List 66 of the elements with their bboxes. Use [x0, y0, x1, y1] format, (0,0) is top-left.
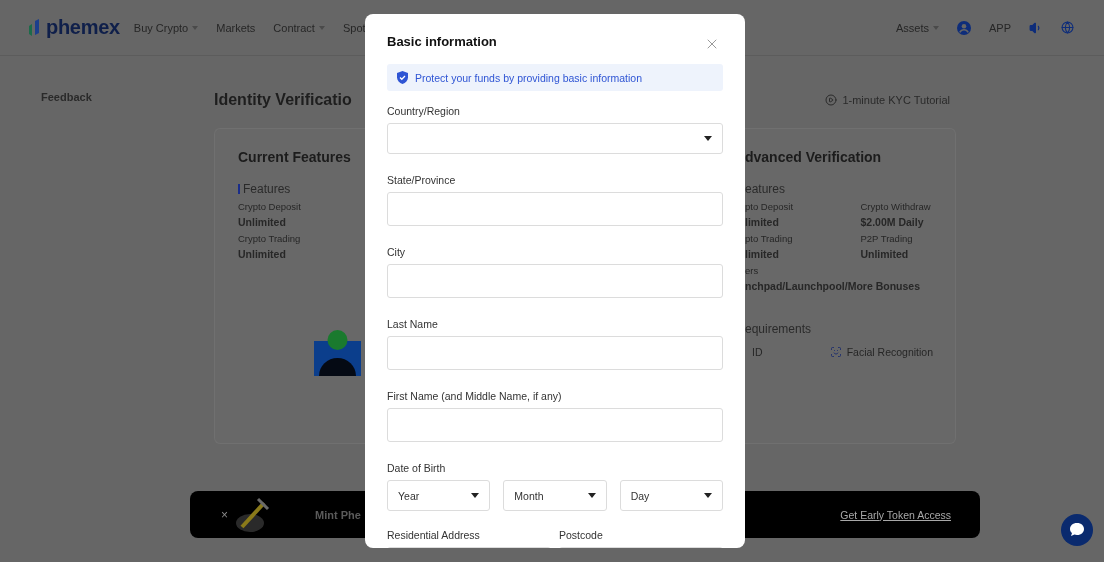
dialog-title: Basic information	[387, 34, 497, 49]
feature-label: pto Trading	[745, 233, 794, 245]
nav-link[interactable]: Contract	[273, 21, 325, 34]
feature-value: Unlimited	[238, 248, 287, 260]
chat-bubble-icon	[1068, 521, 1086, 539]
field-label: Residential Address	[387, 529, 481, 541]
globe-icon[interactable]	[1061, 21, 1074, 34]
feature-value: Unlimited	[238, 216, 287, 228]
feature-value: limited	[745, 216, 780, 228]
caret-icon	[471, 493, 480, 498]
nav-link[interactable]: Spot	[342, 21, 366, 34]
field-label: City	[387, 246, 407, 258]
feature-value: $2.00M Daily	[860, 216, 925, 228]
field-label: Date of Birth	[387, 462, 447, 474]
requirement-label: Facial Recognition	[846, 346, 933, 358]
user-icon[interactable]	[957, 20, 971, 35]
section-title: Features	[243, 182, 291, 196]
feature-label: Crypto Deposit	[238, 201, 302, 213]
close-button[interactable]: ×	[221, 507, 228, 522]
field-label: Last Name	[387, 318, 439, 330]
date-select[interactable]: Day	[619, 480, 723, 511]
feature-value: Unlimited	[860, 248, 910, 260]
accent-bar	[238, 184, 240, 194]
input-field[interactable]	[387, 408, 723, 442]
field-label: Postcode	[559, 529, 604, 541]
shield-check-icon	[397, 71, 408, 84]
app-link[interactable]: APP	[989, 21, 1011, 34]
feature-value: limited	[745, 248, 780, 260]
tutorial-link[interactable]: 1-minute KYC Tutorial	[825, 94, 950, 106]
early-access-link[interactable]: Get Early Token Access	[840, 508, 951, 521]
feature-label: Crypto Trading	[238, 233, 302, 245]
section-title: eatures	[745, 182, 786, 196]
input-field[interactable]	[387, 336, 723, 370]
country-select[interactable]	[387, 123, 723, 154]
nav-link[interactable]: Markets	[216, 21, 256, 34]
face-scan-icon	[829, 346, 842, 358]
section-title: equirements	[745, 322, 812, 336]
nav-link[interactable]: Buy Crypto	[133, 21, 199, 34]
feature-value: nchpad/Launchpool/More Bonuses	[745, 280, 921, 292]
field-label: Country/Region	[387, 105, 461, 117]
card-title: dvanced Verification	[745, 149, 883, 165]
banner-title: Mint Phe	[315, 508, 361, 521]
avatar-illustration	[314, 330, 361, 376]
sidebar-item[interactable]: Feedback	[41, 91, 92, 103]
requirement-label: ID	[752, 346, 763, 358]
card-title: Current Features	[238, 149, 352, 165]
logo-icon	[28, 18, 42, 37]
logo-text: phemex	[46, 16, 120, 39]
notice-text: Protect your funds by providing basic information	[415, 71, 643, 84]
field-label: First Name (and Middle Name, if any)	[387, 390, 563, 402]
date-select[interactable]: Month	[503, 480, 607, 511]
page-title: Identity Verificatio	[214, 91, 352, 109]
feature-label: Crypto Withdraw	[860, 201, 932, 213]
chat-button[interactable]	[1061, 514, 1093, 546]
caret-icon	[587, 493, 596, 498]
input-field[interactable]	[387, 264, 723, 298]
caret-icon	[704, 493, 712, 498]
feature-label: ers	[745, 265, 760, 277]
caret-icon	[704, 136, 712, 141]
feature-label: P2P Trading	[860, 233, 914, 245]
assets-menu[interactable]: Assets	[895, 21, 939, 34]
date-select[interactable]: Year	[387, 480, 491, 511]
input-field[interactable]	[387, 192, 723, 226]
play-icon	[825, 94, 838, 106]
feature-label: pto Deposit	[745, 201, 795, 213]
field-label: State/Province	[387, 174, 457, 186]
